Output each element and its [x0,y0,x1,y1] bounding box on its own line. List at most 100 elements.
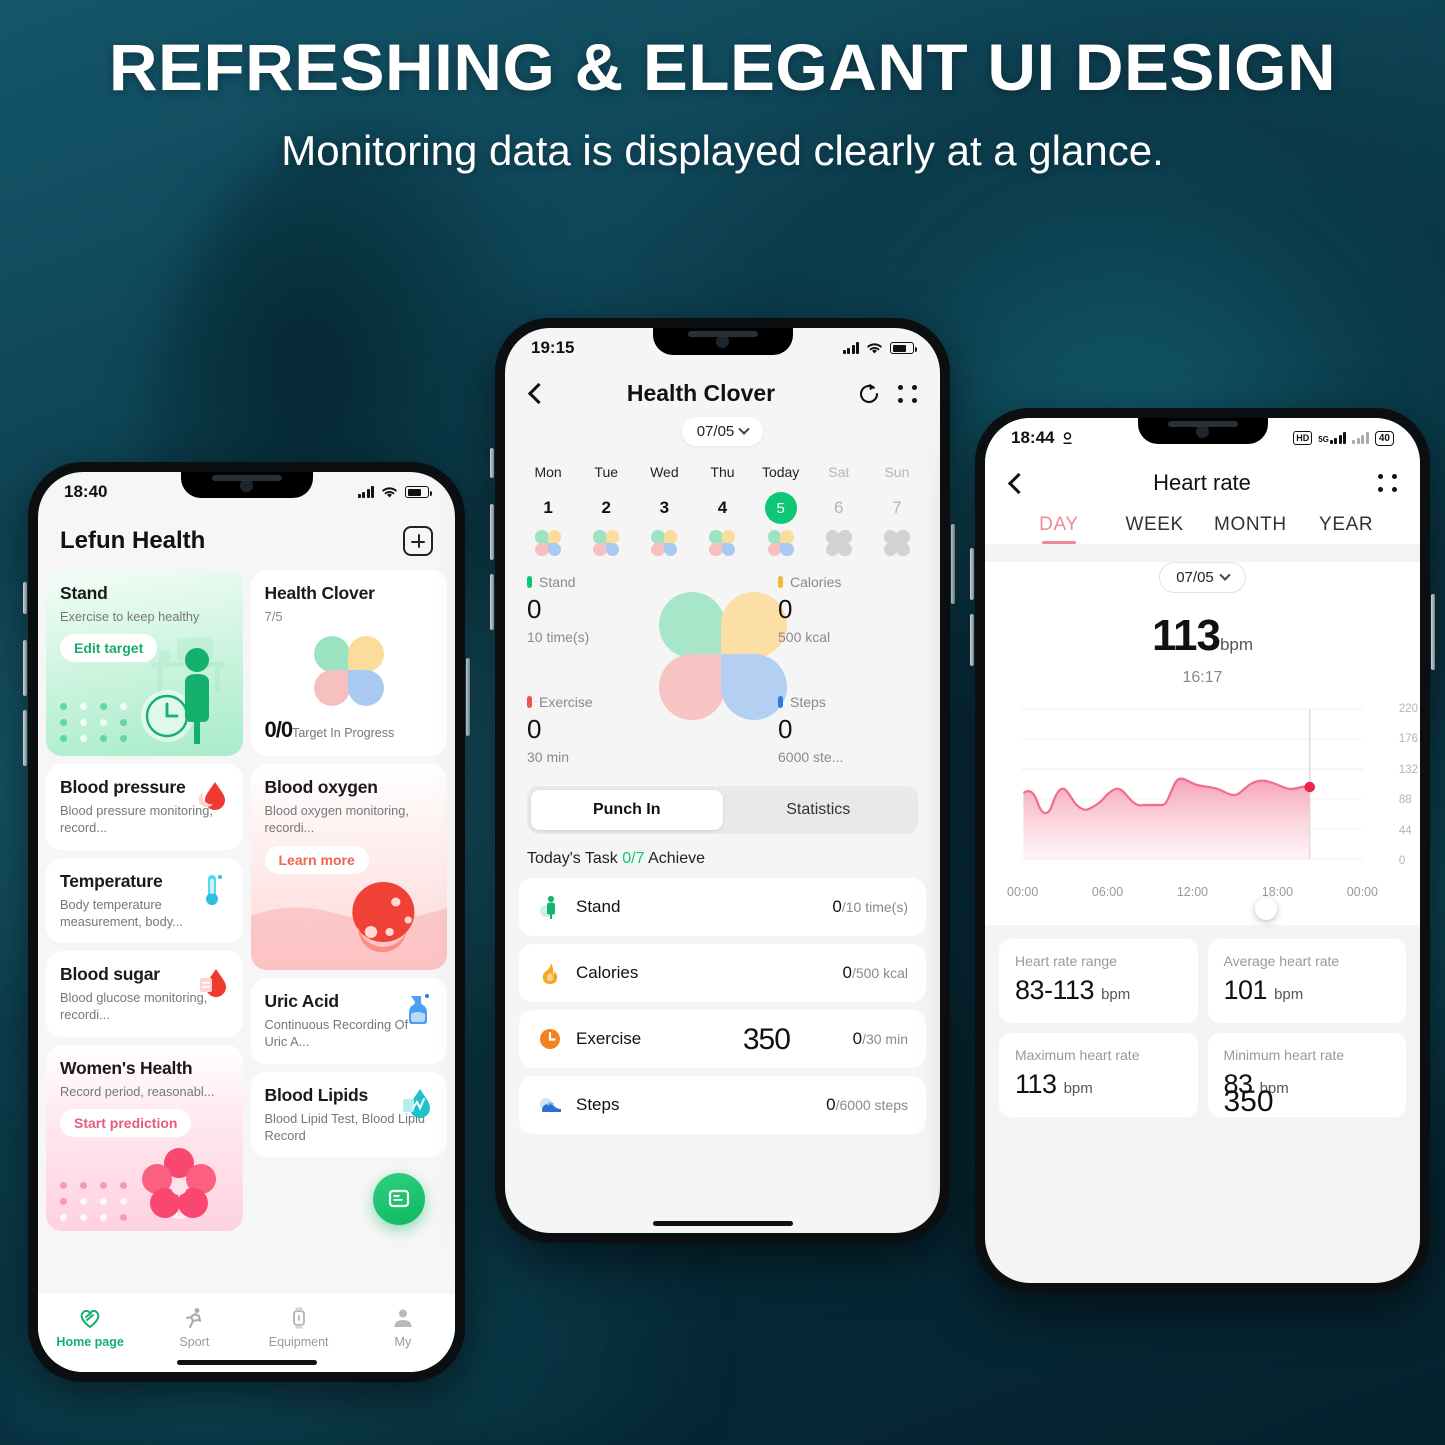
stand-person-icon [537,894,563,920]
y-tick-44: 44 [1398,824,1412,837]
stat-steps-goal: 6000 ste... [778,749,844,765]
tab-day[interactable]: DAY [1011,514,1107,544]
phone-right-volume-down-button[interactable] [970,614,974,666]
tab-year[interactable]: YEAR [1298,514,1394,544]
stat-calories: Calories 0 500 kcal [778,574,918,645]
signal-icon [357,486,374,498]
task-row-exercise[interactable]: Exercise 350 0/30 min [519,1010,926,1068]
week-day-label: Wed [650,464,679,480]
task-row-stand[interactable]: Stand 0/10 time(s) [519,878,926,936]
chart-x-axis: 00:00 06:00 12:00 18:00 00:00 [1003,881,1412,899]
chevron-left-icon[interactable] [527,382,550,405]
signal-icon-1 [1329,432,1347,444]
tab-sport[interactable]: Sport [142,1305,246,1349]
phone-right-power-button[interactable] [1431,594,1435,670]
date-picker-pill[interactable]: 07/05 [681,417,764,446]
tab-month[interactable]: MONTH [1203,514,1299,544]
phone-right-volume-up-button[interactable] [970,548,974,600]
tab-my[interactable]: My [351,1305,455,1349]
current-heart-rate-value: 113 [1151,611,1221,660]
week-day-label: Sun [884,464,910,480]
task-head-fraction: 0/7 [622,850,645,867]
tile-health-clover[interactable]: Health Clover 7/5 0/0Target In Progress [250,570,447,756]
phone-left-volume-down-button[interactable] [23,710,27,766]
week-day-today[interactable]: Today 5 [752,464,810,556]
card-heart-rate-range-unit: bpm [1101,986,1131,1003]
stat-calories-goal: 500 kcal [778,629,831,645]
task-list-header: Today's Task 0/7 Achieve [505,834,940,878]
week-day-wed[interactable]: Wed 3 [635,464,693,556]
refresh-icon[interactable] [856,381,882,407]
nav-bar: Heart rate [985,458,1420,504]
heart-rate-chart[interactable]: 220 176 132 88 44 0 00:00 06:00 12:00 18… [985,701,1420,920]
tile-blood-lipids[interactable]: Blood Lipids Blood Lipid Test, Blood Lip… [250,1071,447,1158]
tab-equipment[interactable]: Equipment [247,1305,351,1349]
date-picker-pill[interactable]: 07/05 [1159,562,1246,593]
stat-steps-value: 0 [778,714,793,744]
tile-blood-pressure[interactable]: Blood pressure Blood pressure monitoring… [46,764,243,850]
tab-home-page[interactable]: Home page [38,1305,142,1349]
task-steps-goal: /6000 steps [835,1097,908,1113]
wifi-icon [867,342,882,353]
women-dots-decoration [60,1181,131,1221]
mini-clover-icon [709,530,736,556]
overlay-number-minimum: 350 [1223,1085,1274,1118]
more-grid-icon[interactable] [1377,474,1398,492]
week-day-thu[interactable]: Thu 4 [693,464,751,556]
stat-exercise: Exercise 0 30 min [527,694,687,765]
date-picker-value: 07/05 [696,423,735,440]
heart-rate-summary-cards: Heart rate range 83-113 bpm Average hear… [985,925,1420,1118]
week-day-label: Sat [828,464,850,480]
week-day-number: 6 [834,498,844,517]
more-grid-icon[interactable] [897,384,918,403]
tab-week[interactable]: WEEK [1107,514,1203,544]
phone-left-power-button[interactable] [466,658,470,736]
learn-more-button[interactable]: Learn more [264,845,369,874]
lipid-drop-icon [403,1088,430,1118]
fab-row [251,1165,448,1247]
tile-blood-oxygen[interactable]: Blood oxygen Blood oxygen monitoring, re… [250,764,447,970]
battery-icon: 40 [1374,430,1394,446]
tile-clover-footer: 0/0Target In Progress [265,717,434,743]
week-day-sat[interactable]: Sat 6 [810,464,868,556]
mini-clover-icon [883,530,910,556]
banner-subhead: Monitoring data is displayed clearly at … [281,127,1164,175]
card-minimum-heart-rate-title: Minimum heart rate [1223,1047,1345,1063]
phone-center-mute-button[interactable] [490,448,494,478]
add-icon[interactable] [403,526,433,556]
start-prediction-button[interactable]: Start prediction [60,1108,192,1137]
stat-exercise-goal: 30 min [527,749,570,765]
tab-statistics[interactable]: Statistics [723,790,915,830]
flower-illustration-icon [141,1147,216,1219]
week-day-mon[interactable]: Mon 1 [519,464,577,556]
phone-center-volume-up-button[interactable] [490,504,494,560]
phone-left-volume-up-button[interactable] [23,640,27,696]
x-tick-1: 06:00 [1091,885,1124,899]
card-average-heart-rate-unit: bpm [1274,986,1304,1003]
message-icon[interactable] [373,1173,425,1226]
tile-womens-health[interactable]: Women's Health Record period, reasonabl.… [46,1044,243,1231]
phone-center-volume-down-button[interactable] [490,574,494,630]
current-heart-rate: 113bpm [985,611,1420,661]
phone-left-mute-button[interactable] [23,582,27,614]
tile-blood-sugar[interactable]: Blood sugar Blood glucose monitoring, re… [46,951,243,1037]
nav-bar: Health Clover [505,368,940,413]
tile-stand[interactable]: Stand Exercise to keep healthy Edit targ… [46,570,243,756]
tile-temperature[interactable]: Temperature Body temperature measurement… [46,857,243,944]
task-row-calories[interactable]: Calories 0/500 kcal [519,944,926,1002]
week-day-tue[interactable]: Tue 2 [577,464,635,556]
stat-steps: Steps 0 6000 ste... [778,694,918,765]
chevron-down-icon [738,423,750,435]
week-day-number: 1 [543,498,553,517]
week-day-sun[interactable]: Sun 7 [868,464,926,556]
person-icon [351,1305,455,1331]
chart-scrubber-handle[interactable] [1254,898,1277,920]
tile-uric-acid[interactable]: Uric Acid Continuous Recording Of Uric A… [250,978,447,1064]
x-tick-2: 12:00 [1176,885,1209,899]
tab-punch-in[interactable]: Punch In [531,790,723,830]
task-row-steps[interactable]: Steps 0/6000 steps [519,1076,926,1134]
tab-home-page-label: Home page [56,1335,124,1349]
chevron-left-icon[interactable] [1007,472,1030,494]
x-tick-0: 00:00 [1007,885,1039,899]
phone-center-power-button[interactable] [951,524,955,604]
